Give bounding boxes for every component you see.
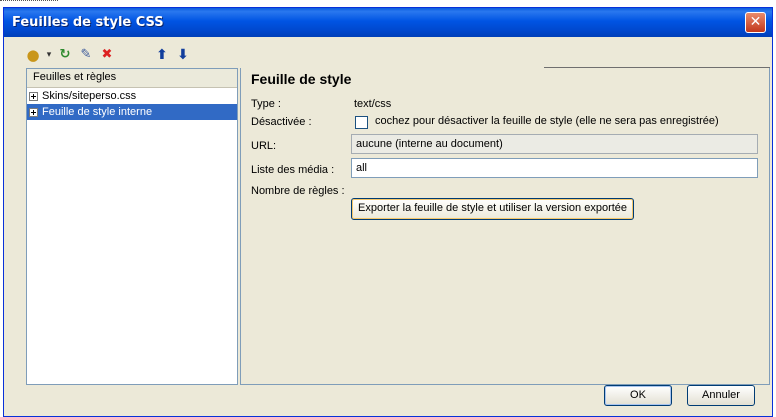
toolbar: ● ▾ ↻ ✎ ✖ ⬆ ⬇ (24, 45, 195, 65)
refresh-icon[interactable]: ↻ (56, 46, 74, 64)
type-label: Type : (251, 98, 281, 110)
palette-icon[interactable]: ● (24, 46, 42, 64)
stylesheet-tree[interactable]: Feuilles et règles Skins/siteperso.css F… (26, 68, 238, 385)
section-title: Feuille de style (251, 71, 352, 87)
tree-item-label: Skins/siteperso.css (42, 90, 137, 102)
tree-item-label: Feuille de style interne (42, 106, 153, 118)
tree-column-header[interactable]: Feuilles et règles (27, 69, 237, 88)
dialog-title: Feuilles de style CSS (12, 15, 164, 30)
type-value: text/css (354, 98, 392, 110)
close-button[interactable]: ✕ (745, 12, 766, 33)
disabled-checkbox[interactable] (355, 116, 368, 129)
expand-icon[interactable] (29, 107, 38, 117)
edit-icon[interactable]: ✎ (77, 46, 95, 64)
disabled-label: Désactivée : (251, 116, 312, 128)
arrow-up-icon[interactable]: ⬆ (153, 46, 171, 64)
tree-item-skins-siteperso[interactable]: Skins/siteperso.css (27, 88, 237, 104)
delete-icon[interactable]: ✖ (98, 46, 116, 64)
dotted-selection-edge (0, 0, 58, 7)
media-label: Liste des média : (251, 164, 335, 176)
title-bar: Feuilles de style CSS ✕ (4, 8, 772, 37)
rules-count-label: Nombre de règles : (251, 185, 345, 197)
cancel-button[interactable]: Annuler (687, 385, 755, 406)
tree-item-internal-stylesheet[interactable]: Feuille de style interne (27, 104, 237, 120)
media-input[interactable]: all (351, 158, 758, 178)
stylesheet-details: Feuille de style Type : text/css Désacti… (240, 68, 770, 385)
export-stylesheet-button[interactable]: Exporter la feuille de style et utiliser… (351, 198, 635, 220)
css-stylesheets-dialog: Feuilles de style CSS ✕ ● ▾ ↻ ✎ ✖ ⬆ ⬇ Fe… (3, 7, 773, 417)
arrow-down-icon[interactable]: ⬇ (174, 46, 192, 64)
dropdown-arrow-icon[interactable]: ▾ (45, 46, 53, 64)
expand-icon[interactable] (29, 91, 38, 101)
close-icon: ✕ (749, 14, 762, 30)
ok-button[interactable]: OK (604, 385, 672, 406)
disabled-checkbox-label[interactable]: cochez pour désactiver la feuille de sty… (375, 115, 719, 127)
url-field: aucune (interne au document) (351, 134, 758, 154)
url-label: URL: (251, 140, 277, 152)
